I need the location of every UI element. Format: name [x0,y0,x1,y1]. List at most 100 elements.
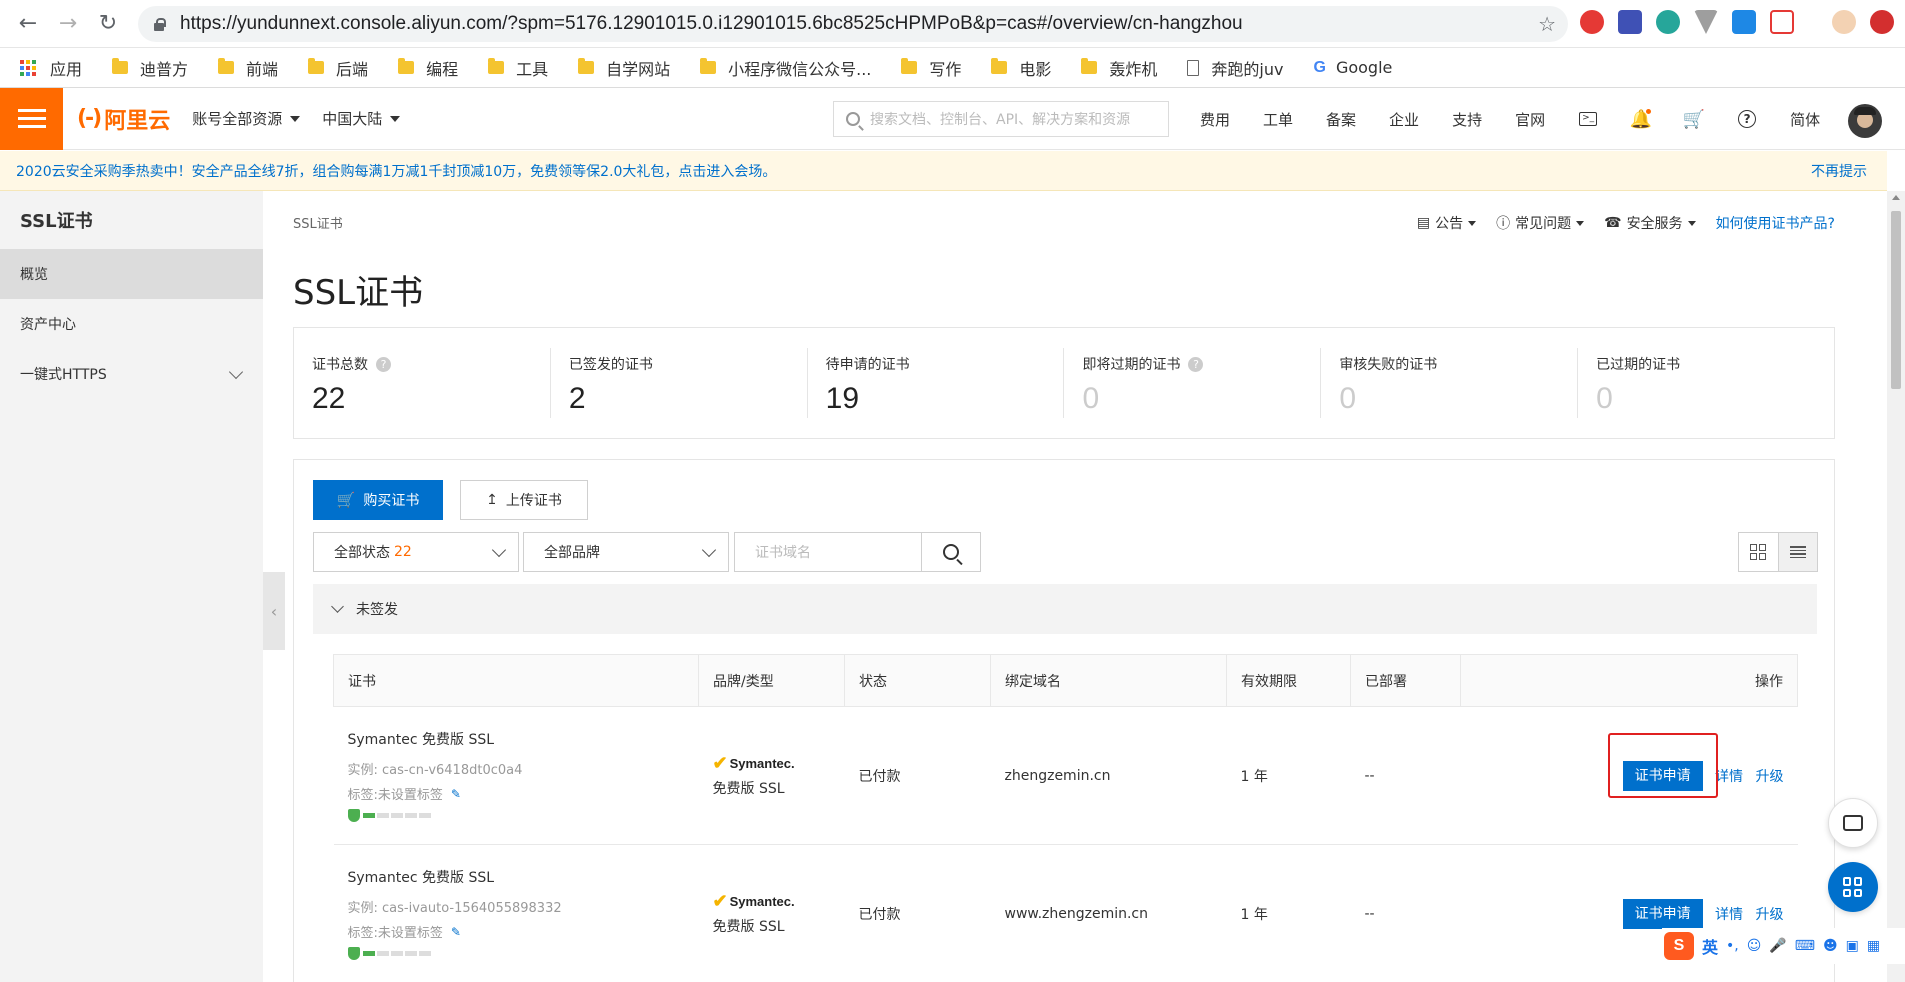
upgrade-link[interactable]: 升级 [1756,769,1784,785]
header-link-official[interactable]: 官网 [1515,109,1545,130]
profile-icon[interactable] [1832,10,1856,34]
keyboard-icon[interactable]: ⌨ [1795,938,1815,954]
header-link-icp[interactable]: 备案 [1326,109,1356,130]
stat-value: 2 [568,382,586,415]
header-link-enterprise[interactable]: 企业 [1389,109,1419,130]
stat-total[interactable]: 证书总数? 22 [294,348,551,418]
ime-language[interactable]: 英 [1702,934,1718,958]
domain-search-input[interactable]: 证书域名 [734,532,922,572]
header-link-billing[interactable]: 费用 [1200,109,1230,130]
address-bar[interactable]: https://yundunnext.console.aliyun.com/?s… [138,6,1568,42]
breadcrumb[interactable]: SSL证书 [293,213,343,232]
help-icon[interactable]: ? [376,356,391,372]
sogou-icon[interactable]: S [1664,932,1694,960]
help-icon[interactable]: ? [1737,109,1757,129]
punctuation-icon[interactable]: •, [1726,938,1739,954]
extension-icon[interactable] [1770,10,1794,34]
account-resources-dropdown[interactable]: 账号全部资源 [192,108,301,129]
stat-expiring[interactable]: 即将过期的证书? 0 [1064,348,1322,418]
sidebar-item-https[interactable]: 一键式HTTPS [0,349,263,399]
bookmark-page[interactable]: 奔跑的juv [1187,56,1283,80]
detail-link[interactable]: 详情 [1715,907,1743,923]
folder-icon [488,58,505,74]
edit-icon[interactable]: ✎ [451,787,461,801]
bookmark-apps[interactable]: 应用 [20,56,82,80]
brand-filter-select[interactable]: 全部品牌 [523,532,729,572]
how-to-use-link[interactable]: 如何使用证书产品? [1716,213,1835,233]
extension-icon[interactable] [1618,10,1642,34]
folder-icon [700,58,717,74]
edit-icon[interactable]: ✎ [451,925,461,939]
forward-icon[interactable]: → [48,4,88,44]
brand-cell: ✔ Symantec. 免费版 SSL [698,844,845,982]
sidebar-item-overview[interactable]: 概览 [0,249,263,299]
bookmark-folder[interactable]: 后端 [308,56,368,80]
menu-icon[interactable] [0,87,63,150]
security-service-dropdown[interactable]: ☎ 安全服务 [1604,213,1696,233]
cart-icon[interactable]: 🛒 [1683,109,1705,130]
bookmark-folder[interactable]: 电影 [991,56,1051,80]
chat-button[interactable] [1828,798,1878,848]
buy-certificate-button[interactable]: 🛒 购买证书 [313,480,443,520]
upload-certificate-button[interactable]: ↥ 上传证书 [460,480,588,520]
extension-icon[interactable] [1580,10,1604,34]
bookmark-folder[interactable]: 写作 [901,56,961,80]
skin-icon[interactable]: ▣ [1846,938,1859,954]
column-header: 证书 [333,654,699,707]
dismiss-notice-link[interactable]: 不再提示 [1811,161,1867,181]
apps-button[interactable] [1828,862,1878,912]
emoji-icon[interactable]: ☺ [1747,938,1762,954]
language-switch[interactable]: 简体 [1790,109,1820,130]
page-scrollbar[interactable] [1887,191,1905,982]
bookmark-star-icon[interactable]: ☆ [1538,12,1556,36]
stat-expired[interactable]: 已过期的证书 0 [1578,348,1834,418]
unissued-group-header[interactable]: 未签发 [313,584,1817,634]
browser-toolbar: ← → ↻ https://yundunnext.console.aliyun.… [0,0,1905,48]
region-dropdown[interactable]: 中国大陆 [322,108,401,129]
extension-icon[interactable] [1732,10,1756,34]
extension-icon[interactable] [1870,10,1894,34]
user-icon[interactable]: ☻ [1823,938,1838,954]
faq-dropdown[interactable]: ⓘ 常见问题 [1496,213,1585,233]
terminal-icon[interactable]: >_ [1578,109,1598,129]
card-view-button[interactable] [1739,533,1778,571]
column-header: 状态 [844,654,991,707]
microphone-icon[interactable]: 🎤 [1769,938,1786,954]
announcement-dropdown[interactable]: ▤ 公告 [1417,213,1477,233]
header-link-support[interactable]: 支持 [1452,109,1482,130]
bookmark-folder[interactable]: 自学网站 [578,56,670,80]
bookmark-google[interactable]: G Google [1313,58,1392,77]
user-avatar[interactable] [1848,104,1882,138]
sidebar-item-assets[interactable]: 资产中心 [0,299,263,349]
apply-certificate-button[interactable]: 证书申请 [1622,898,1703,929]
extension-icon[interactable] [1694,10,1718,34]
bookmark-folder[interactable]: 前端 [218,56,278,80]
upgrade-link[interactable]: 升级 [1756,907,1784,923]
back-icon[interactable]: ← [8,4,48,44]
bookmark-label: 小程序微信公众号... [728,59,872,79]
notice-text[interactable]: 2020云安全采购季热卖中！安全产品全线7折，组合购每满1万减1千封顶减10万，… [16,161,776,181]
scrollbar-thumb[interactable] [1891,211,1901,389]
scroll-up-icon[interactable] [1892,195,1900,200]
bookmark-folder[interactable]: 工具 [488,56,548,80]
promo-notice[interactable]: 2020云安全采购季热卖中！安全产品全线7折，组合购每满1万减1千封顶减10万，… [0,151,1887,191]
bookmark-folder[interactable]: 迪普方 [112,56,188,80]
status-filter-select[interactable]: 全部状态 22 [313,532,519,572]
aliyun-logo[interactable]: (-) 阿里云 [77,103,170,135]
stat-issued[interactable]: 已签发的证书 2 [551,348,808,418]
bookmark-folder[interactable]: 小程序微信公众号... [700,56,871,80]
bell-icon[interactable]: 🔔 [1630,109,1652,130]
stat-pending[interactable]: 待申请的证书 19 [808,348,1065,418]
search-button[interactable] [921,532,981,572]
global-search-input[interactable]: 搜索文档、控制台、API、解决方案和资源 [833,101,1169,137]
stat-failed[interactable]: 审核失败的证书 0 [1321,348,1579,418]
reload-icon[interactable]: ↻ [88,4,128,44]
detail-link[interactable]: 详情 [1715,769,1743,785]
toolbox-icon[interactable]: ▦ [1867,938,1880,954]
bookmark-folder[interactable]: 编程 [398,56,458,80]
bookmark-folder[interactable]: 轰炸机 [1081,56,1157,80]
list-view-button[interactable] [1777,533,1817,571]
help-icon[interactable]: ? [1188,356,1204,372]
header-link-ticket[interactable]: 工单 [1263,109,1293,130]
extension-icon[interactable] [1656,10,1680,34]
